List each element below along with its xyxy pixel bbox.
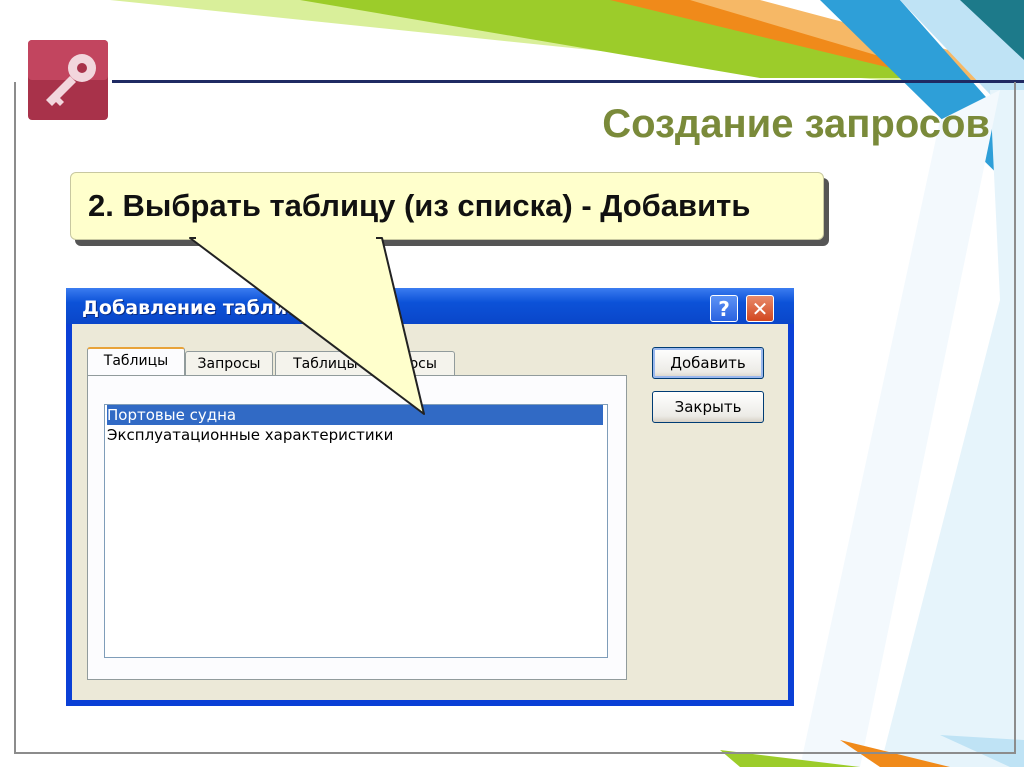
table-listbox[interactable]: Портовые судна Эксплуатационные характер… [104,404,608,658]
access-key-icon [28,40,108,120]
dialog-title: Добавление таблицы [82,297,319,319]
tab-queries[interactable]: Запросы [185,351,273,375]
instruction-text: 2. Выбрать таблицу (из списка) - Добавит… [88,188,751,223]
tab-tables-and-queries[interactable]: Таблицы и запросы [275,351,455,375]
list-item[interactable]: Портовые судна [107,405,603,425]
slide-title: Создание запросов [602,102,990,146]
close-icon[interactable]: ✕ [746,295,774,322]
close-button[interactable]: Закрыть [652,391,764,423]
help-button[interactable]: ? [710,295,738,322]
list-item[interactable]: Эксплуатационные характеристики [107,425,393,445]
dialog-titlebar[interactable]: Добавление таблицы ? ✕ [66,288,794,324]
add-button[interactable]: Добавить [652,347,764,379]
tab-tables[interactable]: Таблицы [87,347,185,375]
